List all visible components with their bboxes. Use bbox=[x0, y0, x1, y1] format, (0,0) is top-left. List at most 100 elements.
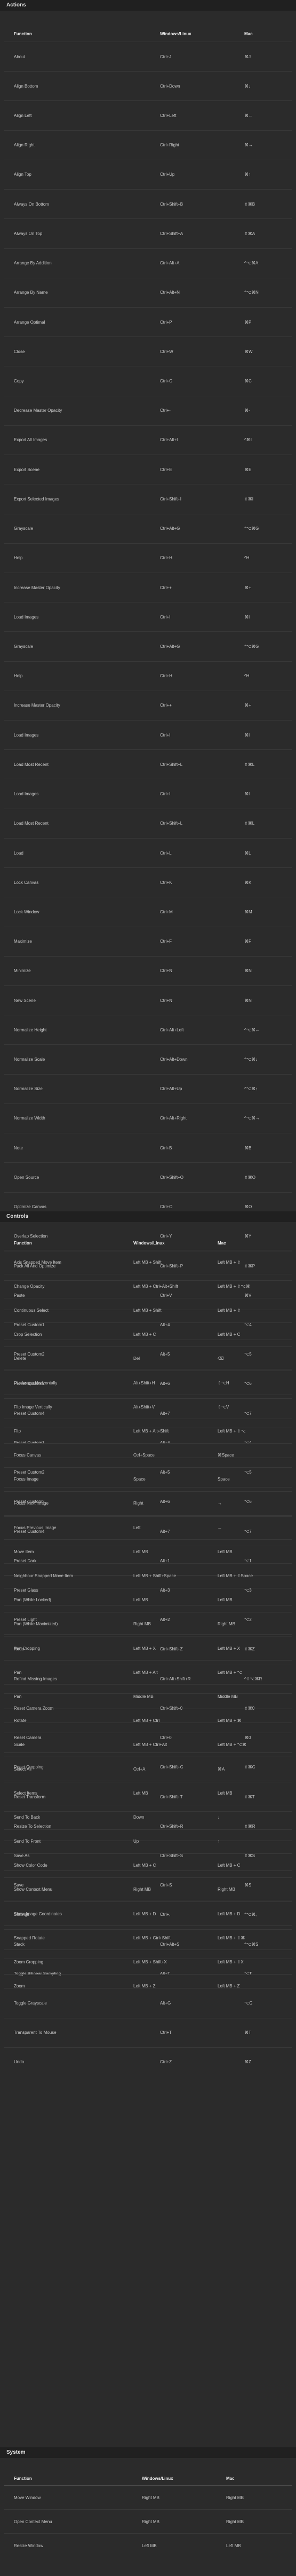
windows-linux-shortcut-cell: Left MB + Z bbox=[124, 1974, 208, 1998]
table-row: Grayscale Ctrl+Alt+G ^⌥⌘G bbox=[4, 513, 292, 544]
table-row: Note Ctrl+B ⌘B bbox=[4, 1133, 292, 1163]
table-row: Help Ctrl+H ^H bbox=[4, 543, 292, 573]
windows-linux-shortcut-cell: Right MB bbox=[124, 1877, 208, 1902]
function-cell: Align Right bbox=[4, 130, 150, 160]
mac-shortcut-cell: Left MB bbox=[208, 1781, 292, 1805]
windows-linux-shortcut-cell: Ctrl+Shift+O bbox=[150, 1162, 235, 1193]
function-cell: Lock Window bbox=[4, 897, 150, 927]
table-row: Maximize Ctrl+F ⌘F bbox=[4, 926, 292, 957]
windows-linux-shortcut-cell: Ctrl+T bbox=[150, 2017, 235, 2048]
mac-shortcut-cell: ⌘N bbox=[235, 956, 292, 986]
windows-linux-shortcut-cell: Ctrl+L bbox=[150, 837, 235, 868]
function-cell: Export Selected Images bbox=[4, 484, 150, 514]
function-cell: Increase Master Opacity bbox=[4, 572, 150, 602]
windows-linux-shortcut-cell: Ctrl+J bbox=[150, 41, 235, 72]
mac-shortcut-cell: ^⌥⌘↓ bbox=[235, 1044, 292, 1075]
windows-linux-shortcut-cell: Ctrl+Shift+A bbox=[150, 218, 235, 249]
table-row: Pan Left MB + Alt Left MB + ⌥ bbox=[4, 1660, 292, 1685]
mac-shortcut-cell: ⌘F bbox=[235, 926, 292, 957]
mac-shortcut-cell: ^⌥⌘G bbox=[235, 513, 292, 544]
system-table-header: Function Windows/Linux Mac bbox=[4, 2471, 292, 2486]
table-row: Show Context Menu Right MB Right MB bbox=[4, 1877, 292, 1902]
mac-shortcut-cell: ⌘C bbox=[235, 366, 292, 396]
table-row: Load Images Ctrl+I ⌘I bbox=[4, 720, 292, 750]
table-row: Load Images Ctrl+I ⌘I bbox=[4, 779, 292, 809]
mac-shortcut-cell: Right MB bbox=[208, 1877, 292, 1902]
table-row: Move Window Right MB Right MB bbox=[4, 2485, 292, 2510]
table-row: Load Most Recent Ctrl+Shift+L ⇧⌘L bbox=[4, 749, 292, 779]
function-cell: Focus Next Image bbox=[4, 1491, 124, 1516]
function-cell: Send To Front bbox=[4, 1829, 124, 1854]
mac-shortcut-cell: Left MB + ⇧X bbox=[208, 1949, 292, 1975]
function-cell: Arrange By Name bbox=[4, 277, 150, 308]
function-cell: Normalize Height bbox=[4, 1015, 150, 1045]
windows-linux-shortcut-cell: Ctrl+Left bbox=[150, 100, 235, 131]
table-row: Zoom Cropping Left MB + Shift+X Left MB + … bbox=[4, 1949, 292, 1975]
function-column-header: Function bbox=[4, 2471, 132, 2486]
windows-linux-shortcut-cell: Ctrl+Alt+Up bbox=[150, 1074, 235, 1104]
table-row: Load Images Ctrl+I ⌘I bbox=[4, 602, 292, 632]
mac-shortcut-cell: Left MB + ⇧⌥⌘ bbox=[208, 1274, 292, 1298]
function-cell: Axis Snapped Move Item bbox=[4, 1249, 124, 1274]
table-row: New Scene Ctrl+N ⌘N bbox=[4, 985, 292, 1015]
function-cell: Load Images bbox=[4, 602, 150, 632]
windows-linux-shortcut-cell: Ctrl+I bbox=[150, 602, 235, 632]
table-row: Open Source Ctrl+Shift+O ⇧⌘O bbox=[4, 1162, 292, 1193]
mac-shortcut-cell: Right MB bbox=[208, 1611, 292, 1637]
system-table-body: Move Window Right MB Right MB Open Context … bbox=[4, 2485, 292, 2558]
table-row: Neighbour Snapped Move Item Left MB + Shi… bbox=[4, 1563, 292, 1588]
function-cell: Maximize bbox=[4, 926, 150, 957]
windows-linux-shortcut-cell: Del bbox=[124, 1346, 208, 1371]
windows-linux-shortcut-cell: Ctrl+Alt+A bbox=[150, 248, 235, 278]
mac-shortcut-cell: ⇧⌘I bbox=[235, 484, 292, 514]
function-cell: Rotate bbox=[4, 1708, 124, 1733]
table-row: Grayscale Ctrl+Alt+G ^⌥⌘G bbox=[4, 631, 292, 662]
table-row: Always On Top Ctrl+Shift+A ⇧⌘A bbox=[4, 218, 292, 249]
windows-linux-shortcut-cell: Right MB bbox=[124, 1611, 208, 1637]
table-row: Select All Ctrl+A ⌘A bbox=[4, 1756, 292, 1781]
table-row: Focus Next Image Right → bbox=[4, 1491, 292, 1516]
function-cell: Arrange By Addition bbox=[4, 248, 150, 278]
mac-column-header: Mac bbox=[208, 1236, 292, 1250]
table-row: Normalize Width Ctrl+Alt+Right ^⌥⌘→ bbox=[4, 1103, 292, 1133]
mac-shortcut-cell: Left MB bbox=[208, 1539, 292, 1564]
windows-linux-shortcut-cell: Down bbox=[124, 1805, 208, 1829]
function-cell: Move Window bbox=[4, 2485, 132, 2510]
windows-linux-shortcut-cell: Ctrl+Shift+L bbox=[150, 749, 235, 779]
function-cell: Flip bbox=[4, 1419, 124, 1443]
mac-shortcut-cell: ⌘↓ bbox=[235, 71, 292, 101]
function-cell: Open Source bbox=[4, 1162, 150, 1193]
mac-shortcut-cell: Right MB bbox=[217, 2509, 292, 2534]
table-row: Open Context Menu Right MB Right MB bbox=[4, 2509, 292, 2534]
function-cell: Move Item bbox=[4, 1539, 124, 1564]
table-row: Lock Canvas Ctrl+K ⌘K bbox=[4, 867, 292, 897]
function-cell: Load Most Recent bbox=[4, 749, 150, 779]
table-row: Scale Left MB + Ctrl+Alt Left MB + ⌥⌘ bbox=[4, 1732, 292, 1757]
windows-linux-shortcut-cell: Left MB + Alt bbox=[124, 1660, 208, 1685]
table-row: Crop Selection Left MB + C Left MB + C bbox=[4, 1322, 292, 1347]
mac-shortcut-cell: ⌘B bbox=[235, 1133, 292, 1163]
table-row: Flip Left MB + Alt+Shift Left MB + ⇧⌥ bbox=[4, 1419, 292, 1443]
function-cell: Minimize bbox=[4, 956, 150, 986]
function-cell: Copy bbox=[4, 366, 150, 396]
windows-linux-shortcut-cell: Left MB + X bbox=[124, 1635, 208, 1661]
windows-linux-shortcut-cell: Ctrl+Alt+G bbox=[150, 513, 235, 544]
windows-linux-shortcut-cell: Ctrl+Alt+I bbox=[150, 425, 235, 455]
table-row: Load Ctrl+L ⌘L bbox=[4, 837, 292, 868]
windows-linux-shortcut-cell: Left MB bbox=[132, 2533, 217, 2558]
function-cell: Neighbour Snapped Move Item bbox=[4, 1563, 124, 1588]
controls-table-body: Axis Snapped Move Item Left MB + Shift Lef… bbox=[4, 1249, 292, 1998]
mac-column-header: Mac bbox=[235, 26, 292, 42]
mac-shortcut-cell: Middle MB bbox=[208, 1684, 292, 1709]
function-cell: Transparent To Mouse bbox=[4, 2017, 150, 2048]
mac-shortcut-cell: ⌘T bbox=[235, 2017, 292, 2048]
function-column-header: Function bbox=[4, 26, 150, 42]
windows-linux-shortcut-cell: Left MB + Shift+X bbox=[124, 1949, 208, 1975]
mac-shortcut-cell: ⇧⌘A bbox=[235, 218, 292, 249]
mac-shortcut-cell: ⌘J bbox=[235, 41, 292, 72]
mac-column-header: Mac bbox=[217, 2471, 292, 2486]
function-cell: Pan (While Maximized) bbox=[4, 1611, 124, 1637]
function-cell: Grayscale bbox=[4, 513, 150, 544]
table-row: Arrange By Addition Ctrl+Alt+A ^⌥⌘A bbox=[4, 248, 292, 278]
function-cell: Export All Images bbox=[4, 425, 150, 455]
